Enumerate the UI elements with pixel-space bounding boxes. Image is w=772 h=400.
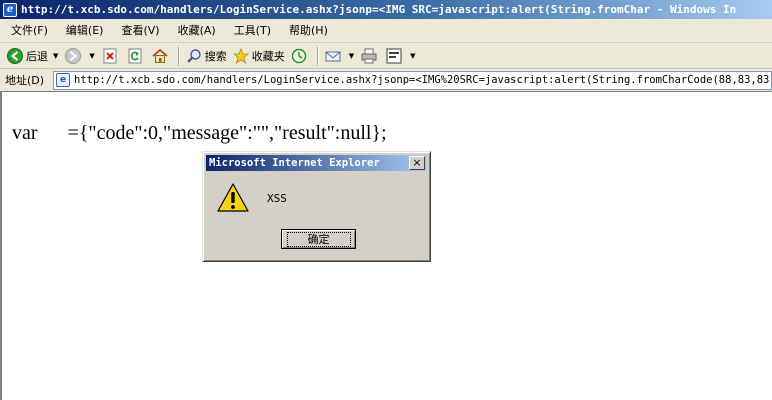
address-value[interactable]: http://t.xcb.sdo.com/handlers/LoginServi… (74, 74, 771, 86)
window-titlebar[interactable]: e http://t.xcb.sdo.com/handlers/LoginSer… (0, 0, 772, 19)
ie-icon: e (3, 2, 17, 17)
history-button[interactable] (288, 45, 313, 67)
address-label: 地址(D) (5, 74, 45, 87)
favorites-label: 收藏夹 (251, 49, 285, 63)
page-icon: e (56, 73, 70, 87)
mail-icon (325, 51, 341, 61)
history-icon (291, 48, 306, 63)
menu-edit[interactable]: 编辑(E) (57, 21, 113, 41)
back-button[interactable]: 后退 (4, 45, 51, 67)
menu-file[interactable]: 文件(F) (2, 21, 57, 41)
menu-view[interactable]: 查看(V) (112, 21, 168, 41)
star-icon (232, 47, 249, 64)
ok-button-label: 确定 (286, 231, 351, 247)
search-label: 搜索 (204, 49, 227, 63)
json-response-text: var ={"code":0,"message":"","result":nul… (12, 122, 387, 144)
back-dropdown-icon[interactable]: ▼ (53, 52, 58, 60)
home-button[interactable] (149, 45, 174, 67)
forward-dropdown-icon[interactable]: ▼ (89, 52, 94, 60)
menu-tools[interactable]: 工具(T) (225, 21, 280, 41)
mail-button[interactable] (322, 45, 347, 67)
address-input[interactable]: e http://t.xcb.sdo.com/handlers/LoginSer… (53, 70, 772, 90)
forward-arrow-icon (65, 47, 82, 64)
window-title: http://t.xcb.sdo.com/handlers/LoginServi… (21, 3, 737, 16)
close-button[interactable]: × (409, 156, 425, 170)
back-arrow-icon (7, 47, 23, 64)
stop-button[interactable] (99, 45, 124, 67)
menu-favorites[interactable]: 收藏(A) (169, 21, 225, 41)
search-icon (187, 48, 201, 63)
dialog-title[interactable]: Microsoft Internet Explorer (206, 155, 427, 171)
mail-dropdown-icon[interactable]: ▼ (349, 52, 354, 60)
edit-page-icon (386, 48, 402, 63)
menu-bar: 文件(F) 编辑(E) 查看(V) 收藏(A) 工具(T) 帮助(H) (0, 19, 772, 43)
alert-dialog: Microsoft Internet Explorer × XSS 确定 (202, 151, 431, 262)
standard-toolbar: 后退 ▼ ▼ 搜索 收藏夹 ▼ ▼ (0, 43, 772, 69)
forward-button[interactable] (62, 45, 87, 67)
toolbar-separator (316, 46, 318, 65)
back-label: 后退 (26, 49, 48, 63)
home-icon (152, 48, 168, 63)
ok-button[interactable]: 确定 (281, 229, 356, 249)
favorites-button[interactable]: 收藏夹 (230, 45, 288, 67)
refresh-icon (128, 48, 142, 63)
search-button[interactable]: 搜索 (183, 45, 230, 67)
edit-button[interactable] (383, 45, 408, 67)
warning-icon (217, 183, 249, 212)
stop-icon (103, 48, 117, 63)
dialog-message: XSS (267, 192, 287, 205)
edit-dropdown-icon[interactable]: ▼ (410, 52, 415, 60)
toolbar-separator (177, 46, 179, 65)
menu-help[interactable]: 帮助(H) (280, 21, 337, 41)
refresh-button[interactable] (124, 45, 149, 67)
address-bar: 地址(D) e http://t.xcb.sdo.com/handlers/Lo… (0, 69, 772, 92)
printer-icon (361, 48, 377, 63)
print-button[interactable] (358, 45, 383, 67)
